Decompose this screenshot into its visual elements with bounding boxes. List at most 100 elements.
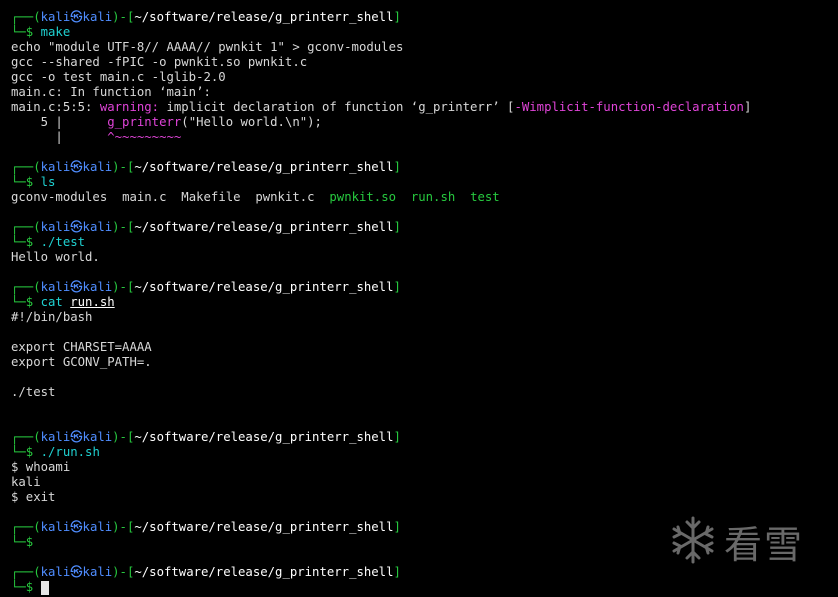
prompt-user-host: kali㉿kali bbox=[40, 220, 113, 234]
prompt-input-line: └─$ ./run.sh bbox=[11, 445, 838, 460]
prompt-symbol: └─$ bbox=[11, 295, 34, 309]
warning-line: main.c:5:5: warning: implicit declaratio… bbox=[11, 100, 838, 115]
prompt-frame: ┌──( bbox=[11, 160, 41, 174]
prompt-frame: ] bbox=[393, 565, 401, 579]
output-line: gcc --shared -fPIC -o pwnkit.so pwnkit.c bbox=[11, 55, 308, 69]
snowflake-icon bbox=[668, 515, 718, 568]
prompt-input-line: └─$ ./test bbox=[11, 235, 838, 250]
prompt-frame: )-[ bbox=[112, 10, 135, 24]
output-line: ./test bbox=[11, 385, 56, 399]
active-prompt-line[interactable]: └─$ bbox=[11, 580, 838, 595]
prompt-frame: ] bbox=[393, 280, 401, 294]
prompt-user-host: kali㉿kali bbox=[40, 280, 113, 294]
source-gutter: 5 | bbox=[11, 115, 108, 129]
prompt-frame: ┌──( bbox=[11, 280, 41, 294]
prompt-frame: )-[ bbox=[112, 430, 135, 444]
executable-entry: run.sh bbox=[410, 190, 456, 204]
output-line: export CHARSET=AAAA bbox=[11, 340, 152, 354]
warning-bracket: ] bbox=[743, 100, 752, 114]
prompt-path: ~/software/release/g_printerr_shell bbox=[134, 10, 394, 24]
prompt-symbol: └─$ bbox=[11, 175, 34, 189]
prompt-user-host: kali㉿kali bbox=[40, 160, 113, 174]
prompt-symbol: └─$ bbox=[11, 445, 34, 459]
output-line: $ exit bbox=[11, 490, 56, 504]
prompt-path: ~/software/release/g_printerr_shell bbox=[134, 160, 394, 174]
prompt-frame: )-[ bbox=[112, 520, 135, 534]
command-text: ./test bbox=[40, 235, 86, 249]
output-line: export GCONV_PATH=. bbox=[11, 355, 152, 369]
command-text: cat bbox=[40, 295, 63, 309]
prompt-user-host: kali㉿kali bbox=[40, 430, 113, 444]
prompt-header: ┌──(kali㉿kali)-[~/software/release/g_pri… bbox=[11, 220, 838, 235]
watermark-text: 看雪 bbox=[724, 523, 805, 567]
terminal[interactable]: ┌──(kali㉿kali)-[~/software/release/g_pri… bbox=[11, 10, 838, 597]
prompt-frame: ] bbox=[393, 10, 401, 24]
executable-entry: pwnkit.so bbox=[329, 190, 397, 204]
prompt-frame: ] bbox=[393, 430, 401, 444]
prompt-frame: ┌──( bbox=[11, 220, 41, 234]
file-entry: pwnkit.c bbox=[255, 190, 315, 204]
output-line: kali bbox=[11, 475, 41, 489]
ls-output: gconv-modules main.c Makefile pwnkit.c p… bbox=[11, 190, 838, 205]
output-line: echo "module UTF-8// AAAA// pwnkit 1" > … bbox=[11, 40, 404, 54]
output-line: gcc -o test main.c -lglib-2.0 bbox=[11, 70, 226, 84]
warning-message: implicit declaration of function ‘g_prin… bbox=[159, 100, 508, 114]
command-text: ls bbox=[40, 175, 56, 189]
prompt-symbol: └─$ bbox=[11, 25, 34, 39]
prompt-frame: ┌──( bbox=[11, 520, 41, 534]
prompt-path: ~/software/release/g_printerr_shell bbox=[134, 220, 394, 234]
prompt-input-line: └─$ ls bbox=[11, 175, 838, 190]
output-line: $ whoami bbox=[11, 460, 71, 474]
warning-location: main.c:5:5: bbox=[11, 100, 100, 114]
prompt-symbol: └─$ bbox=[11, 535, 34, 549]
executable-entry: test bbox=[470, 190, 500, 204]
prompt-frame: ┌──( bbox=[11, 10, 41, 24]
command-text: ./run.sh bbox=[40, 445, 100, 459]
prompt-path: ~/software/release/g_printerr_shell bbox=[134, 520, 394, 534]
prompt-frame: )-[ bbox=[112, 220, 135, 234]
watermark: 看雪 bbox=[668, 514, 804, 569]
caret-line: | ^~~~~~~~~~ bbox=[11, 130, 838, 145]
source-gutter: | bbox=[11, 130, 108, 144]
prompt-frame: )-[ bbox=[112, 280, 135, 294]
prompt-frame: ┌──( bbox=[11, 565, 41, 579]
prompt-user-host: kali㉿kali bbox=[40, 565, 113, 579]
prompt-frame: ┌──( bbox=[11, 430, 41, 444]
prompt-symbol: └─$ bbox=[11, 580, 34, 594]
prompt-path: ~/software/release/g_printerr_shell bbox=[134, 565, 394, 579]
caret-marker: ^~~~~~~~~~ bbox=[107, 130, 182, 144]
warning-flag: -Wimplicit-function-declaration bbox=[514, 100, 744, 114]
prompt-frame: )-[ bbox=[112, 565, 135, 579]
prompt-user-host: kali㉿kali bbox=[40, 520, 113, 534]
file-entry: Makefile bbox=[181, 190, 241, 204]
prompt-header: ┌──(kali㉿kali)-[~/software/release/g_pri… bbox=[11, 430, 838, 445]
prompt-input-line: └─$ make bbox=[11, 25, 838, 40]
text-cursor[interactable] bbox=[40, 580, 49, 595]
prompt-symbol: └─$ bbox=[11, 235, 34, 249]
file-entry: gconv-modules bbox=[11, 190, 108, 204]
file-entry: main.c bbox=[122, 190, 167, 204]
warning-label: warning: bbox=[99, 100, 160, 114]
command-argument: run.sh bbox=[70, 295, 115, 309]
prompt-path: ~/software/release/g_printerr_shell bbox=[134, 280, 394, 294]
prompt-frame: ] bbox=[393, 220, 401, 234]
prompt-user-host: kali㉿kali bbox=[40, 10, 113, 24]
output-line: #!/bin/bash bbox=[11, 310, 93, 324]
prompt-path: ~/software/release/g_printerr_shell bbox=[134, 430, 394, 444]
source-code: ("Hello world.\n"); bbox=[181, 115, 322, 129]
output-line: Hello world. bbox=[11, 250, 100, 264]
prompt-frame: )-[ bbox=[112, 160, 135, 174]
source-highlight: g_printerr bbox=[107, 115, 182, 129]
prompt-header: ┌──(kali㉿kali)-[~/software/release/g_pri… bbox=[11, 280, 838, 295]
prompt-header: ┌──(kali㉿kali)-[~/software/release/g_pri… bbox=[11, 10, 838, 25]
command-text: make bbox=[40, 25, 71, 39]
prompt-input-line: └─$ cat run.sh bbox=[11, 295, 838, 310]
prompt-frame: ] bbox=[393, 520, 401, 534]
